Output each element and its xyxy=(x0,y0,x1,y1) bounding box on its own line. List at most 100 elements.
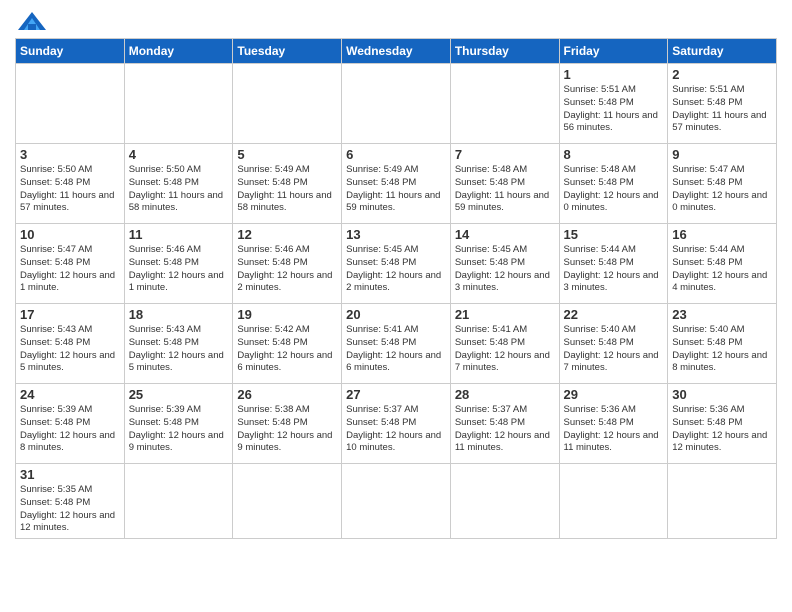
day-number: 4 xyxy=(129,147,229,162)
day-info: Sunrise: 5:45 AM Sunset: 5:48 PM Dayligh… xyxy=(346,244,446,295)
page: SundayMondayTuesdayWednesdayThursdayFrid… xyxy=(0,0,792,612)
day-info: Sunrise: 5:46 AM Sunset: 5:48 PM Dayligh… xyxy=(237,244,337,295)
day-info: Sunrise: 5:40 AM Sunset: 5:48 PM Dayligh… xyxy=(564,324,664,375)
day-info: Sunrise: 5:40 AM Sunset: 5:48 PM Dayligh… xyxy=(672,324,772,375)
calendar-cell: 19 Sunrise: 5:42 AM Sunset: 5:48 PM Dayli… xyxy=(233,304,342,384)
header-area xyxy=(15,10,777,32)
calendar-week-row: 24Sunrise: 5:39 AM Sunset: 5:48 PM Dayli… xyxy=(16,384,777,464)
calendar-cell: 18 Sunrise: 5:43 AM Sunset: 5:48 PM Dayli… xyxy=(124,304,233,384)
day-number: 20 xyxy=(346,307,446,322)
day-info: Sunrise: 5:41 AM Sunset: 5:48 PM Dayligh… xyxy=(346,324,446,375)
day-info: Sunrise: 5:47 AM Sunset: 5:48 PM Dayligh… xyxy=(672,164,772,215)
day-number: 3 xyxy=(20,147,120,162)
logo-area xyxy=(15,10,46,32)
header-row: SundayMondayTuesdayWednesdayThursdayFrid… xyxy=(16,39,777,64)
day-info: Sunrise: 5:44 AM Sunset: 5:48 PM Dayligh… xyxy=(564,244,664,295)
calendar-cell: 4 Sunrise: 5:50 AM Sunset: 5:48 PM Daylig… xyxy=(124,144,233,224)
day-number: 30 xyxy=(672,387,772,402)
calendar-cell: 22 Sunrise: 5:40 AM Sunset: 5:48 PM Dayli… xyxy=(559,304,668,384)
calendar-cell xyxy=(450,464,559,539)
day-number: 9 xyxy=(672,147,772,162)
day-number: 16 xyxy=(672,227,772,242)
day-info: Sunrise: 5:50 AM Sunset: 5:48 PM Dayligh… xyxy=(129,164,229,215)
weekday-header: Tuesday xyxy=(233,39,342,64)
day-number: 14 xyxy=(455,227,555,242)
day-info: Sunrise: 5:48 AM Sunset: 5:48 PM Dayligh… xyxy=(455,164,555,215)
calendar-cell xyxy=(16,64,125,144)
calendar-cell: 27Sunrise: 5:37 AM Sunset: 5:48 PM Dayli… xyxy=(342,384,451,464)
day-info: Sunrise: 5:51 AM Sunset: 5:48 PM Dayligh… xyxy=(672,84,772,135)
day-info: Sunrise: 5:46 AM Sunset: 5:48 PM Dayligh… xyxy=(129,244,229,295)
calendar-week-row: 17 Sunrise: 5:43 AM Sunset: 5:48 PM Dayli… xyxy=(16,304,777,384)
calendar-cell: 23 Sunrise: 5:40 AM Sunset: 5:48 PM Dayli… xyxy=(668,304,777,384)
day-number: 31 xyxy=(20,467,120,482)
calendar-cell: 15 Sunrise: 5:44 AM Sunset: 5:48 PM Dayli… xyxy=(559,224,668,304)
day-info: Sunrise: 5:35 AM Sunset: 5:48 PM Dayligh… xyxy=(20,484,120,535)
day-info: Sunrise: 5:42 AM Sunset: 5:48 PM Dayligh… xyxy=(237,324,337,375)
calendar-cell xyxy=(124,464,233,539)
calendar-cell: 6Sunrise: 5:49 AM Sunset: 5:48 PM Daylig… xyxy=(342,144,451,224)
day-info: Sunrise: 5:39 AM Sunset: 5:48 PM Dayligh… xyxy=(129,404,229,455)
calendar-week-row: 10 Sunrise: 5:47 AM Sunset: 5:48 PM Dayli… xyxy=(16,224,777,304)
calendar-cell: 3Sunrise: 5:50 AM Sunset: 5:48 PM Daylig… xyxy=(16,144,125,224)
day-info: Sunrise: 5:43 AM Sunset: 5:48 PM Dayligh… xyxy=(129,324,229,375)
day-info: Sunrise: 5:44 AM Sunset: 5:48 PM Dayligh… xyxy=(672,244,772,295)
calendar-cell: 25 Sunrise: 5:39 AM Sunset: 5:48 PM Dayli… xyxy=(124,384,233,464)
day-number: 6 xyxy=(346,147,446,162)
day-number: 10 xyxy=(20,227,120,242)
calendar-cell xyxy=(450,64,559,144)
day-info: Sunrise: 5:48 AM Sunset: 5:48 PM Dayligh… xyxy=(564,164,664,215)
calendar-table: SundayMondayTuesdayWednesdayThursdayFrid… xyxy=(15,38,777,539)
day-info: Sunrise: 5:37 AM Sunset: 5:48 PM Dayligh… xyxy=(346,404,446,455)
calendar-cell xyxy=(668,464,777,539)
day-info: Sunrise: 5:36 AM Sunset: 5:48 PM Dayligh… xyxy=(672,404,772,455)
calendar-cell xyxy=(559,464,668,539)
day-number: 15 xyxy=(564,227,664,242)
day-number: 11 xyxy=(129,227,229,242)
day-number: 29 xyxy=(564,387,664,402)
day-number: 19 xyxy=(237,307,337,322)
calendar-cell: 14 Sunrise: 5:45 AM Sunset: 5:48 PM Dayli… xyxy=(450,224,559,304)
calendar-cell: 2 Sunrise: 5:51 AM Sunset: 5:48 PM Daylig… xyxy=(668,64,777,144)
day-info: Sunrise: 5:47 AM Sunset: 5:48 PM Dayligh… xyxy=(20,244,120,295)
day-number: 25 xyxy=(129,387,229,402)
calendar-cell: 8 Sunrise: 5:48 AM Sunset: 5:48 PM Daylig… xyxy=(559,144,668,224)
calendar-cell: 28Sunrise: 5:37 AM Sunset: 5:48 PM Dayli… xyxy=(450,384,559,464)
day-info: Sunrise: 5:45 AM Sunset: 5:48 PM Dayligh… xyxy=(455,244,555,295)
calendar-cell: 10 Sunrise: 5:47 AM Sunset: 5:48 PM Dayli… xyxy=(16,224,125,304)
weekday-header: Thursday xyxy=(450,39,559,64)
calendar-cell: 17Sunrise: 5:43 AM Sunset: 5:48 PM Dayli… xyxy=(16,304,125,384)
day-number: 8 xyxy=(564,147,664,162)
day-number: 7 xyxy=(455,147,555,162)
calendar-cell xyxy=(124,64,233,144)
weekday-header: Wednesday xyxy=(342,39,451,64)
calendar-cell xyxy=(342,64,451,144)
calendar-cell: 21 Sunrise: 5:41 AM Sunset: 5:48 PM Dayli… xyxy=(450,304,559,384)
day-info: Sunrise: 5:37 AM Sunset: 5:48 PM Dayligh… xyxy=(455,404,555,455)
day-number: 26 xyxy=(237,387,337,402)
calendar-cell xyxy=(233,464,342,539)
day-info: Sunrise: 5:41 AM Sunset: 5:48 PM Dayligh… xyxy=(455,324,555,375)
day-info: Sunrise: 5:39 AM Sunset: 5:48 PM Dayligh… xyxy=(20,404,120,455)
day-number: 21 xyxy=(455,307,555,322)
calendar-cell: 9 Sunrise: 5:47 AM Sunset: 5:48 PM Daylig… xyxy=(668,144,777,224)
day-number: 13 xyxy=(346,227,446,242)
day-number: 5 xyxy=(237,147,337,162)
day-info: Sunrise: 5:49 AM Sunset: 5:48 PM Dayligh… xyxy=(237,164,337,215)
day-number: 2 xyxy=(672,67,772,82)
day-info: Sunrise: 5:38 AM Sunset: 5:48 PM Dayligh… xyxy=(237,404,337,455)
calendar-cell: 24Sunrise: 5:39 AM Sunset: 5:48 PM Dayli… xyxy=(16,384,125,464)
weekday-header: Friday xyxy=(559,39,668,64)
logo-icon xyxy=(18,10,46,32)
calendar-cell: 5 Sunrise: 5:49 AM Sunset: 5:48 PM Daylig… xyxy=(233,144,342,224)
calendar-cell: 30 Sunrise: 5:36 AM Sunset: 5:48 PM Dayli… xyxy=(668,384,777,464)
day-number: 18 xyxy=(129,307,229,322)
calendar-cell: 29 Sunrise: 5:36 AM Sunset: 5:48 PM Dayli… xyxy=(559,384,668,464)
calendar-cell: 7 Sunrise: 5:48 AM Sunset: 5:48 PM Daylig… xyxy=(450,144,559,224)
calendar-cell: 16 Sunrise: 5:44 AM Sunset: 5:48 PM Dayli… xyxy=(668,224,777,304)
day-number: 23 xyxy=(672,307,772,322)
calendar-cell: 1Sunrise: 5:51 AM Sunset: 5:48 PM Daylig… xyxy=(559,64,668,144)
day-number: 22 xyxy=(564,307,664,322)
day-number: 17 xyxy=(20,307,120,322)
day-info: Sunrise: 5:36 AM Sunset: 5:48 PM Dayligh… xyxy=(564,404,664,455)
